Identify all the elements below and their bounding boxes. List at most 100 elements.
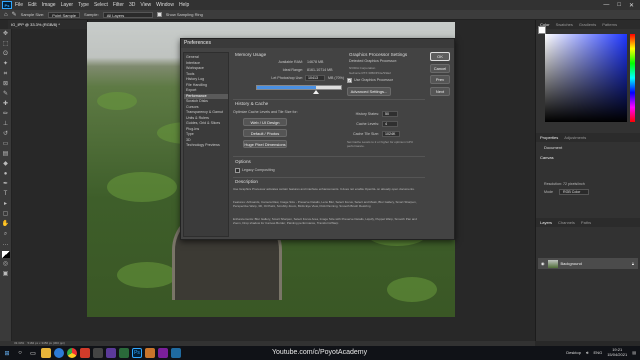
color-picker-field[interactable] <box>545 34 627 122</box>
menu-type[interactable]: Type <box>78 2 89 8</box>
crop-tool-icon[interactable]: ⌗ <box>2 71 10 78</box>
show-sampling-ring-checkbox[interactable] <box>156 12 162 17</box>
frame-tool-icon[interactable]: ⊠ <box>2 81 10 88</box>
memory-usage-input[interactable]: 10413 <box>305 75 325 81</box>
app-icon[interactable] <box>80 348 90 358</box>
clock-date[interactable]: 15/04/2021 <box>607 352 627 357</box>
menu-file[interactable]: File <box>15 2 23 8</box>
sample-size-select[interactable]: Point Sample <box>48 11 81 18</box>
app-icon[interactable] <box>106 348 116 358</box>
foreground-color-swatch[interactable] <box>538 26 546 34</box>
eraser-tool-icon[interactable]: ▭ <box>2 141 10 148</box>
menu-filter[interactable]: Filter <box>113 2 124 8</box>
maximize-icon[interactable]: □ <box>617 2 621 9</box>
visibility-eye-icon[interactable]: ◉ <box>541 261 545 266</box>
path-select-icon[interactable]: ▸ <box>2 201 10 208</box>
menu-layer[interactable]: Layer <box>61 2 74 8</box>
app-icon[interactable] <box>158 348 168 358</box>
eyedropper-icon[interactable]: ✎ <box>2 91 10 98</box>
cache-tile-size-select[interactable]: 1024K <box>382 131 400 137</box>
minimize-icon[interactable]: — <box>603 2 609 9</box>
default-photos-button[interactable]: Default / Photos <box>243 129 287 137</box>
tab-patterns[interactable]: Patterns <box>602 22 617 27</box>
tab-channels[interactable]: Channels <box>558 220 575 225</box>
shape-tool-icon[interactable]: ▢ <box>2 211 10 218</box>
tab-adjustments[interactable]: Adjustments <box>564 135 586 140</box>
type-tool-icon[interactable]: T <box>2 191 10 198</box>
tab-layers[interactable]: Layers <box>540 220 552 225</box>
desktop-toolbar-label[interactable]: Desktop <box>566 350 581 355</box>
dodge-tool-icon[interactable]: ● <box>2 171 10 178</box>
notifications-icon[interactable]: ▤ <box>632 350 636 355</box>
dialog-title: Preferences <box>181 39 454 48</box>
legacy-compositing-checkbox[interactable] <box>235 168 240 173</box>
healing-brush-icon[interactable]: ✚ <box>2 101 10 108</box>
language-indicator[interactable]: ENG <box>594 350 603 355</box>
menu-window[interactable]: Window <box>156 2 174 8</box>
app-icon[interactable] <box>145 348 155 358</box>
history-brush-icon[interactable]: ↺ <box>2 131 10 138</box>
tab-swatches[interactable]: Swatches <box>556 22 573 27</box>
close-icon[interactable]: ✕ <box>629 2 634 9</box>
foreground-background-color-icon[interactable] <box>1 251 10 258</box>
browser-icon[interactable] <box>54 348 64 358</box>
zoom-tool-icon[interactable]: ⌕ <box>2 231 10 238</box>
screen-mode-icon[interactable]: ▣ <box>2 271 10 278</box>
menu-help[interactable]: Help <box>179 2 189 8</box>
cache-levels-input[interactable]: 4 <box>382 121 398 127</box>
hand-tool-icon[interactable]: ✋ <box>2 221 10 228</box>
next-button[interactable]: Next <box>430 87 450 96</box>
lasso-tool-icon[interactable]: ʘ <box>2 51 10 58</box>
hue-slider[interactable] <box>630 34 635 122</box>
app-icon[interactable] <box>119 348 129 358</box>
tab-gradients[interactable]: Gradients <box>579 22 596 27</box>
home-icon[interactable]: ⌂ <box>4 12 8 18</box>
menu-3d[interactable]: 3D <box>129 2 135 8</box>
menu-view[interactable]: View <box>140 2 151 8</box>
move-tool-icon[interactable]: ✥ <box>2 31 10 38</box>
nav-technology-previews[interactable]: Technology Previews <box>184 143 228 149</box>
marquee-tool-icon[interactable]: ⬚ <box>2 41 10 48</box>
prev-button[interactable]: Prev <box>430 75 450 84</box>
menu-image[interactable]: Image <box>42 2 56 8</box>
tab-properties[interactable]: Properties <box>540 135 558 140</box>
mode-select[interactable]: RGB Color <box>559 189 589 195</box>
cancel-button[interactable]: Cancel <box>430 64 450 73</box>
app-icon[interactable] <box>93 348 103 358</box>
tab-paths[interactable]: Paths <box>581 220 591 225</box>
memory-slider-track[interactable] <box>256 85 342 90</box>
huge-pixel-dimensions-button[interactable]: Huge Pixel Dimensions <box>243 140 287 148</box>
gradient-tool-icon[interactable]: ▤ <box>2 151 10 158</box>
more-tools-icon[interactable]: … <box>2 241 10 248</box>
menu-select[interactable]: Select <box>94 2 108 8</box>
task-view-icon[interactable]: ▭ <box>28 348 38 358</box>
photoshop-taskbar-icon[interactable]: Ps <box>132 348 142 358</box>
nav-transparency-gamut[interactable]: Transparency & Gamut <box>184 110 228 116</box>
clone-stamp-icon[interactable]: ⊥ <box>2 121 10 128</box>
quick-select-tool-icon[interactable]: ✦ <box>2 61 10 68</box>
canvas-section-label[interactable]: Canvas <box>536 150 640 160</box>
quick-mask-icon[interactable]: ◎ <box>2 261 10 268</box>
layer-row[interactable]: ◉ Background 🔒︎ <box>538 258 638 269</box>
brush-tool-icon[interactable]: ✏ <box>2 111 10 118</box>
volume-icon[interactable]: 🔊︎ <box>586 350 589 355</box>
web-ui-design-button[interactable]: Web / UI Design <box>243 118 287 126</box>
chrome-icon[interactable] <box>67 348 77 358</box>
history-states-input[interactable]: 50 <box>382 111 398 117</box>
pen-tool-icon[interactable]: ✒ <box>2 181 10 188</box>
sample-select[interactable]: All Layers <box>102 11 153 18</box>
menu-edit[interactable]: Edit <box>28 2 37 8</box>
zoom-level[interactable]: 33.33% <box>14 341 24 345</box>
windows-start-icon[interactable]: ⊞ <box>2 348 12 358</box>
blur-tool-icon[interactable]: ◆ <box>2 161 10 168</box>
lock-icon[interactable]: 🔒︎ <box>632 261 634 266</box>
document-tab[interactable]: IG_IPP @ 33.3% (RGB/8) * <box>8 20 88 29</box>
document-info[interactable]: 5184 px x 3456 px (300 ppi) <box>28 341 65 345</box>
ok-button[interactable]: OK <box>430 52 450 61</box>
use-gpu-checkbox[interactable]: ✓ <box>347 78 352 83</box>
app-icon[interactable] <box>171 348 181 358</box>
memory-slider-handle[interactable] <box>312 90 319 94</box>
search-icon[interactable]: ○ <box>15 348 25 358</box>
advanced-settings-button[interactable]: Advanced Settings... <box>347 87 391 96</box>
file-explorer-icon[interactable] <box>41 348 51 358</box>
